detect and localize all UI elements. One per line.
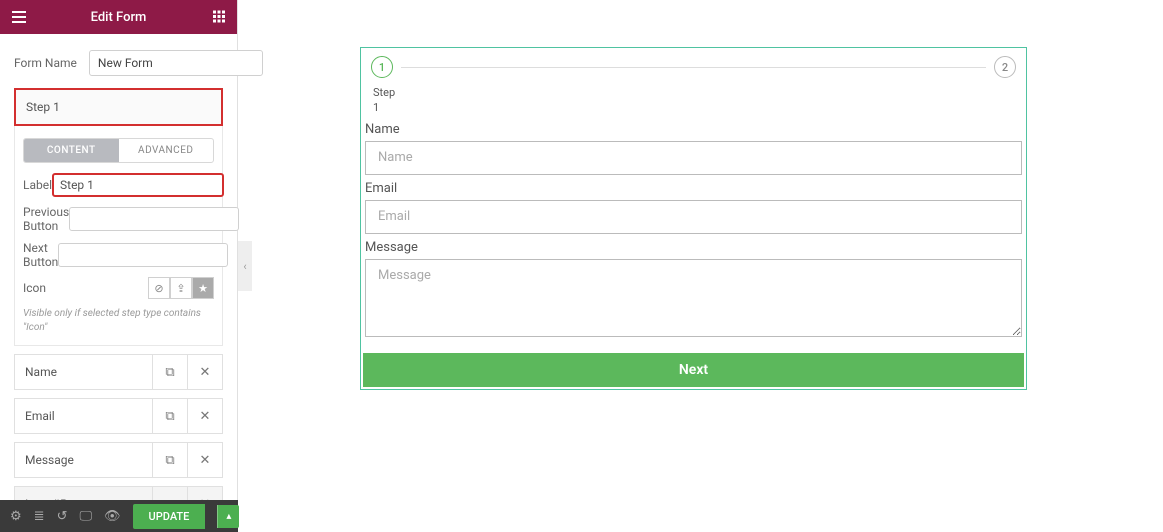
prev-button-input[interactable] — [69, 207, 239, 231]
next-button-label: Next Button — [23, 241, 58, 269]
list-item-label: Email — [15, 409, 152, 423]
list-item[interactable]: Message ⧉ ✕ — [14, 442, 223, 478]
icon-library-button[interactable]: ★ — [192, 277, 214, 299]
footer-bar: ⚙ ≣ ↺ 🖵 👁 UPDATE ▴ — [0, 500, 238, 532]
icon-upload-button[interactable]: ⇪ — [170, 277, 192, 299]
step-accordion-title: Step 1 — [26, 100, 60, 114]
step-indicator-1[interactable]: 1 — [371, 56, 393, 78]
list-item[interactable]: Email ⧉ ✕ — [14, 398, 223, 434]
editor-sidebar: Edit Form Form Name Step 1 CONTENT ADVAN… — [0, 0, 238, 532]
next-button-input[interactable] — [58, 243, 228, 267]
icon-hint-text: Visible only if selected step type conta… — [23, 307, 214, 335]
form-preview: 1 2 Step 1 Name Email Message Next — [360, 47, 1027, 390]
close-icon[interactable]: ✕ — [187, 399, 222, 433]
name-label: Name — [365, 122, 1022, 137]
page-title: Edit Form — [12, 10, 225, 25]
name-input[interactable] — [365, 141, 1022, 175]
tab-advanced[interactable]: ADVANCED — [119, 139, 214, 162]
menu-icon[interactable] — [12, 11, 26, 23]
form-name-label: Form Name — [14, 56, 77, 70]
update-dropdown[interactable]: ▴ — [217, 505, 239, 528]
sidebar-header: Edit Form — [0, 0, 237, 34]
step-accordion-header[interactable]: Step 1 — [14, 88, 223, 126]
copy-icon[interactable]: ⧉ — [152, 399, 187, 433]
label-field-input[interactable] — [52, 173, 224, 197]
list-item-label: Name — [15, 365, 152, 379]
step-indicator-2[interactable]: 2 — [994, 56, 1016, 78]
history-icon[interactable]: ↺ — [57, 509, 68, 524]
prev-button-label: Previous Button — [23, 205, 69, 233]
message-textarea[interactable] — [365, 259, 1022, 337]
list-item[interactable]: Name ⧉ ✕ — [14, 354, 223, 390]
label-field-label: Label — [23, 178, 52, 192]
email-label: Email — [365, 181, 1022, 196]
close-icon[interactable]: ✕ — [187, 443, 222, 477]
tab-content[interactable]: CONTENT — [24, 139, 119, 162]
responsive-icon[interactable]: 🖵 — [79, 509, 92, 524]
copy-icon[interactable]: ⧉ — [152, 355, 187, 389]
icon-label: Icon — [23, 281, 101, 295]
form-name-row: Form Name — [0, 34, 237, 88]
collapse-panel-toggle[interactable]: ‹ — [238, 241, 252, 291]
step-connector — [401, 67, 986, 68]
update-button[interactable]: UPDATE — [133, 504, 206, 529]
navigator-icon[interactable]: ≣ — [34, 509, 45, 524]
step-accordion-body: CONTENT ADVANCED Label Previous Button N… — [14, 126, 223, 346]
step-tracker: 1 2 — [363, 50, 1024, 82]
settings-tabs: CONTENT ADVANCED — [23, 138, 214, 163]
apps-icon[interactable] — [213, 8, 225, 27]
step-label: Step 1 — [363, 82, 1024, 116]
copy-icon[interactable]: ⧉ — [152, 443, 187, 477]
message-label: Message — [365, 240, 1022, 255]
icon-none-button[interactable]: ⊘ — [148, 277, 170, 299]
email-input[interactable] — [365, 200, 1022, 234]
close-icon[interactable]: ✕ — [187, 355, 222, 389]
label-field-row: Label — [23, 173, 214, 197]
next-button-row: Next Button — [23, 241, 214, 269]
prev-button-row: Previous Button — [23, 205, 214, 233]
icon-row: Icon ⊘ ⇪ ★ — [23, 277, 214, 299]
preview-icon[interactable]: 👁 — [104, 509, 121, 524]
gear-icon[interactable]: ⚙ — [10, 509, 22, 524]
form-name-input[interactable] — [89, 50, 263, 76]
list-item-label: Message — [15, 453, 152, 467]
next-button[interactable]: Next — [363, 353, 1024, 387]
